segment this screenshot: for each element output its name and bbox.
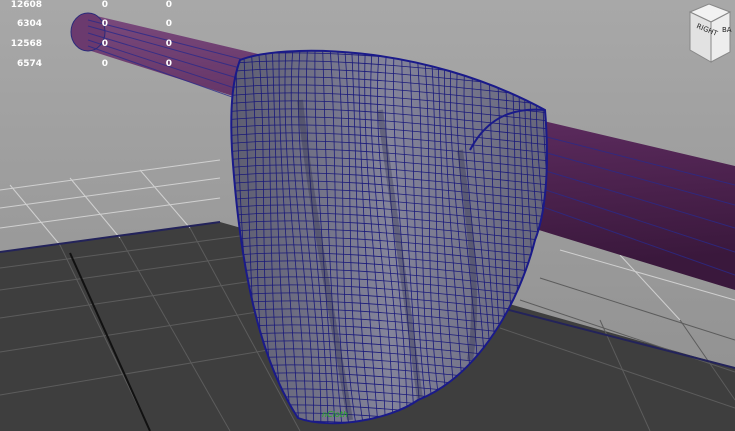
hud-row: 6304 0 0 bbox=[16, 19, 172, 29]
hud-row: 6574 0 0 bbox=[16, 59, 172, 69]
3d-viewport[interactable]: 12608 0 0 6304 0 0 12568 0 0 6574 0 0 RI… bbox=[0, 0, 735, 431]
hud-row: 12608 0 0 bbox=[10, 0, 172, 10]
selected-object-label: nCloth bbox=[322, 410, 348, 419]
hud-poly-count: 12608 0 0 6304 0 0 12568 0 0 6574 0 0 bbox=[0, 0, 180, 80]
hud-row: 12568 0 0 bbox=[10, 39, 172, 49]
view-cube-back-face[interactable]: BA bbox=[722, 26, 732, 34]
